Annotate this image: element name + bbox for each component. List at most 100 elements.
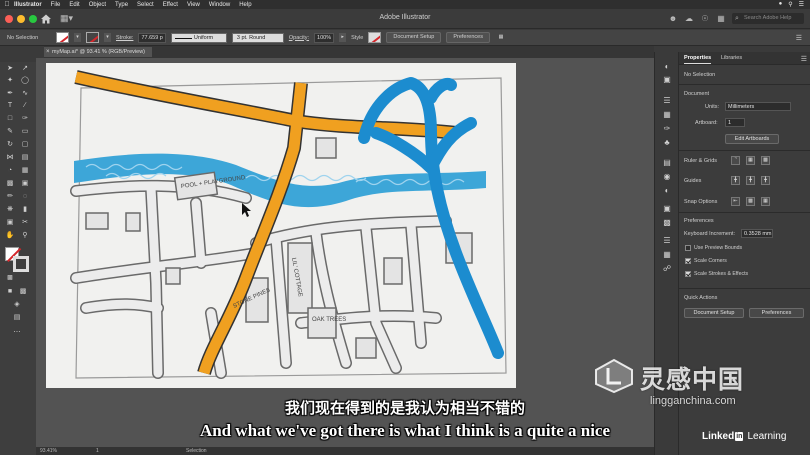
stroke-weight-field[interactable]: 77.659 p — [138, 32, 166, 43]
snap-to-point-icon[interactable]: ⇤ — [731, 197, 740, 206]
map-artwork[interactable]: POOL + PLAYGROUND LIL' COTTAGE STONE PIN… — [46, 63, 516, 388]
opacity-label[interactable]: Opacity: — [289, 35, 309, 41]
draw-mode-icon[interactable]: ◈ — [12, 301, 22, 309]
perspective-grid-tool-icon[interactable]: ▦ — [20, 167, 30, 175]
workspace-grid-icon[interactable]: ▦ — [716, 14, 726, 24]
shaper-tool-icon[interactable]: ✎ — [5, 128, 15, 136]
transparency-panel-icon[interactable]: ◉ — [662, 172, 672, 181]
eyedropper-tool-icon[interactable]: ✏ — [5, 193, 15, 201]
scale-tool-icon[interactable]: ▢ — [20, 141, 30, 149]
opacity-dropdown-icon[interactable]: ▸ — [339, 33, 347, 42]
tab-properties[interactable]: Properties — [684, 55, 712, 64]
menu-type[interactable]: Type — [115, 2, 128, 8]
current-tool-status[interactable]: Selection — [186, 448, 207, 454]
menu-object[interactable]: Object — [89, 2, 106, 8]
gradient-tool-icon[interactable]: ▣ — [20, 180, 30, 188]
panel-menu-icon[interactable]: ☰ — [796, 34, 802, 42]
stroke-panel-icon[interactable]: ☰ — [662, 96, 672, 105]
artboards-panel-icon[interactable]: ▦ — [662, 250, 672, 259]
transparency-grid-icon[interactable]: ▩ — [761, 156, 770, 165]
pen-tool-icon[interactable]: ✒ — [5, 90, 15, 98]
magic-wand-tool-icon[interactable]: ✦ — [5, 77, 15, 85]
stroke-swatch[interactable] — [86, 32, 99, 43]
line-tool-icon[interactable]: ∕ — [20, 102, 30, 110]
units-select[interactable]: Millimeters — [725, 102, 791, 111]
fill-swatch[interactable] — [56, 32, 69, 43]
menu-list-icon[interactable]: ☰ — [799, 1, 804, 8]
symbol-sprayer-tool-icon[interactable]: ❋ — [5, 206, 15, 214]
qa-document-setup-button[interactable]: Document Setup — [684, 308, 744, 318]
mesh-tool-icon[interactable]: ▩ — [5, 180, 15, 188]
slice-tool-icon[interactable]: ✂ — [20, 219, 30, 227]
artboard-select[interactable]: 1 — [725, 118, 745, 127]
color-guide-icon[interactable]: ▣ — [662, 75, 672, 84]
shape-builder-tool-icon[interactable]: ◔ — [5, 167, 15, 175]
rulers-toggle-icon[interactable]: ⌝ — [731, 156, 740, 165]
blend-tool-icon[interactable]: ◌ — [20, 193, 30, 201]
menu-edit[interactable]: Edit — [69, 2, 79, 8]
menu-help[interactable]: Help — [239, 2, 251, 8]
panel-options-icon[interactable]: ☰ — [801, 55, 807, 63]
color-mode-icon[interactable]: ■ — [5, 288, 15, 296]
column-graph-tool-icon[interactable]: ▮ — [20, 206, 30, 214]
type-tool-icon[interactable]: T — [5, 102, 15, 110]
width-tool-icon[interactable]: ⋈ — [5, 154, 15, 162]
gradient-mode-icon[interactable]: ▩ — [18, 288, 28, 296]
menu-window[interactable]: Window — [209, 2, 230, 8]
brushes-panel-icon[interactable]: ✑ — [662, 124, 672, 133]
cloud-docs-icon[interactable]: ☁ — [684, 14, 694, 24]
appearance-panel-icon[interactable]: ◐ — [662, 186, 672, 195]
align-panel-icon[interactable]: ▤ — [662, 158, 672, 167]
lasso-tool-icon[interactable]: ◯ — [20, 77, 30, 85]
stroke-profile-select[interactable]: Uniform — [170, 32, 227, 43]
edit-toolbar-icon[interactable]: ⋯ — [12, 329, 22, 337]
pathfinder-panel-icon[interactable]: ▩ — [662, 218, 672, 227]
search-help-input[interactable]: Search Adobe Help — [732, 13, 804, 24]
graphic-styles-icon[interactable]: ▣ — [662, 204, 672, 213]
menu-select[interactable]: Select — [137, 2, 154, 8]
wifi-icon[interactable]: ● — [779, 1, 783, 8]
curvature-tool-icon[interactable]: ∿ — [20, 90, 30, 98]
scale-corners-checkbox[interactable] — [685, 258, 691, 264]
show-guides-icon[interactable]: ╋ — [731, 176, 740, 185]
fill-dropdown-icon[interactable]: ▾ — [74, 33, 81, 42]
lock-guides-icon[interactable]: ╋ — [746, 176, 755, 185]
snap-to-grid-icon[interactable]: ▩ — [746, 197, 755, 206]
keyboard-increment-field[interactable]: 0.3528 mm — [741, 229, 773, 238]
close-tab-icon[interactable]: × — [46, 47, 50, 57]
arrange-docs-icon[interactable]: ▦ — [495, 33, 507, 42]
smart-guides-icon[interactable]: ╋ — [761, 176, 770, 185]
layers-panel-icon[interactable]: ☰ — [662, 236, 672, 245]
artboard-tool-icon[interactable]: ▣ — [5, 219, 15, 227]
links-panel-icon[interactable]: ☍ — [662, 264, 672, 273]
direct-selection-tool-icon[interactable]: ↗ — [20, 65, 30, 73]
menu-view[interactable]: View — [187, 2, 200, 8]
apple-icon[interactable]:  — [0, 1, 14, 8]
stroke-color-swatch[interactable] — [13, 256, 29, 272]
opacity-field[interactable]: 100% — [314, 32, 335, 43]
rotate-tool-icon[interactable]: ↻ — [5, 141, 15, 149]
brush-select[interactable]: 3 pt. Round — [231, 32, 284, 43]
tab-libraries[interactable]: Libraries — [721, 55, 742, 61]
menu-effect[interactable]: Effect — [163, 2, 178, 8]
stroke-label[interactable]: Stroke: — [116, 35, 133, 41]
qa-preferences-button[interactable]: Preferences — [749, 308, 804, 318]
selection-tool-icon[interactable]: ➤ — [5, 65, 15, 73]
hand-tool-icon[interactable]: ✋ — [5, 232, 15, 240]
grid-toggle-icon[interactable]: ▦ — [746, 156, 755, 165]
edit-artboards-button[interactable]: Edit Artboards — [725, 134, 779, 144]
menu-file[interactable]: File — [51, 2, 61, 8]
paintbrush-tool-icon[interactable]: ✑ — [20, 115, 30, 123]
user-account-icon[interactable]: ☻ — [668, 14, 678, 24]
spotlight-icon[interactable]: ⚲ — [788, 1, 792, 8]
default-colors-icon[interactable]: ▩ — [5, 274, 15, 282]
document-tab[interactable]: × myMap.ai* @ 93.41 % (RGB/Preview) — [44, 47, 152, 57]
symbols-panel-icon[interactable]: ♣ — [662, 138, 672, 147]
artboard[interactable]: POOL + PLAYGROUND LIL' COTTAGE STONE PIN… — [46, 63, 516, 388]
rectangle-tool-icon[interactable]: □ — [5, 115, 15, 123]
scale-strokes-checkbox[interactable] — [685, 271, 691, 277]
free-transform-tool-icon[interactable]: ▤ — [20, 154, 30, 162]
stroke-dropdown-icon[interactable]: ▾ — [104, 33, 111, 42]
snap-to-pixel-icon[interactable]: ▦ — [761, 197, 770, 206]
zoom-level[interactable]: 93.41% — [40, 448, 57, 454]
